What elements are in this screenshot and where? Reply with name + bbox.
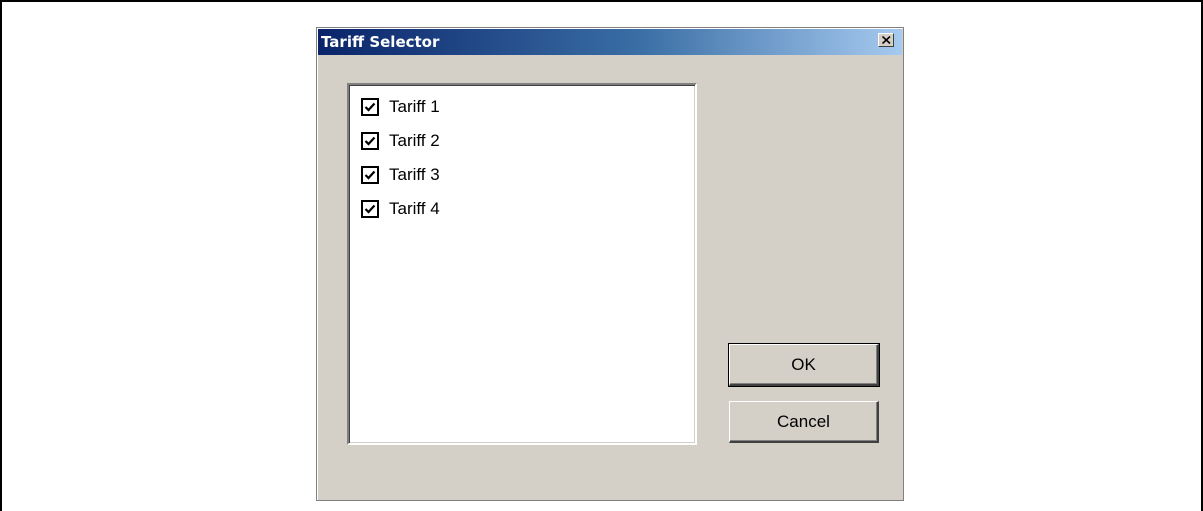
list-item-tariff-1[interactable]: Tariff 1: [361, 95, 440, 119]
tariff-selector-dialog: Tariff Selector Tariff 1 Tariff 2 Tariff…: [316, 27, 904, 501]
cancel-button[interactable]: Cancel: [729, 401, 879, 443]
title-bar[interactable]: Tariff Selector: [318, 29, 902, 55]
tariff-1-checkbox[interactable]: [361, 98, 379, 116]
checkmark-icon: [364, 102, 376, 112]
tariff-2-checkbox[interactable]: [361, 132, 379, 150]
list-item-tariff-4[interactable]: Tariff 4: [361, 197, 440, 221]
tariff-3-checkbox[interactable]: [361, 166, 379, 184]
ok-button[interactable]: OK: [728, 343, 880, 387]
checkmark-icon: [364, 170, 376, 180]
list-item-label: Tariff 4: [389, 199, 440, 218]
close-button[interactable]: [878, 33, 894, 47]
list-item-label: Tariff 3: [389, 165, 440, 184]
window-title: Tariff Selector: [321, 33, 440, 51]
checkmark-icon: [364, 204, 376, 214]
list-item-tariff-3[interactable]: Tariff 3: [361, 163, 440, 187]
tariff-listbox[interactable]: Tariff 1 Tariff 2 Tariff 3 Tariff 4: [347, 83, 697, 445]
list-item-tariff-2[interactable]: Tariff 2: [361, 129, 440, 153]
close-icon: [882, 36, 891, 44]
list-item-label: Tariff 2: [389, 131, 440, 150]
list-item-label: Tariff 1: [389, 97, 440, 116]
tariff-4-checkbox[interactable]: [361, 200, 379, 218]
checkmark-icon: [364, 136, 376, 146]
